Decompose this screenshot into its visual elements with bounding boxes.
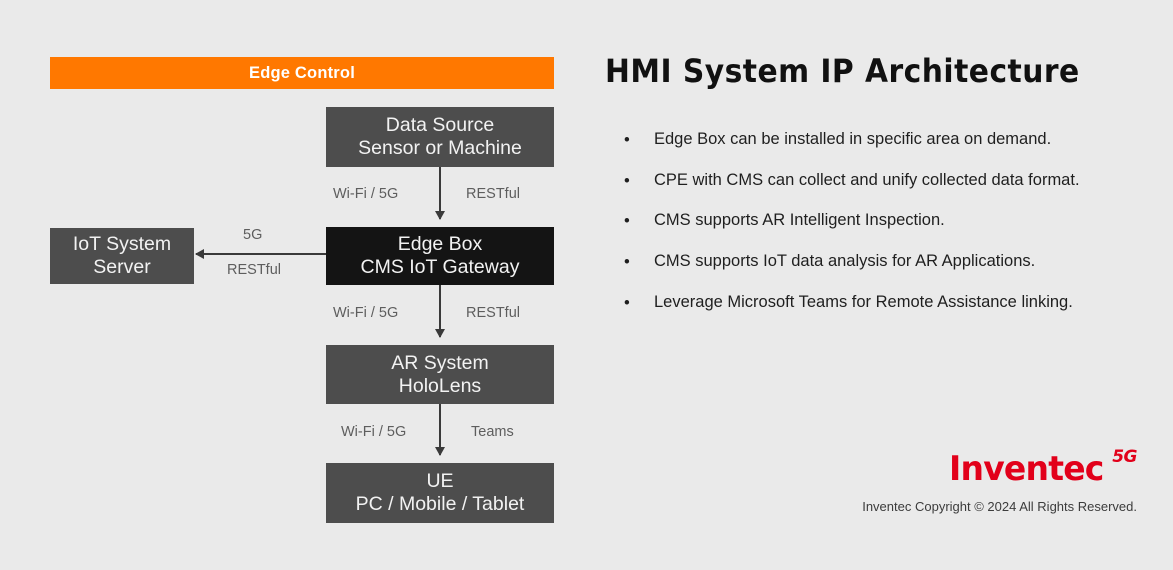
connector-label-wifi-5g-ue: Wi-Fi / 5G [341, 424, 407, 440]
bullet-icon: • [624, 171, 630, 190]
connector-edge-box-to-ar-system [439, 285, 441, 337]
node-data-source: Data Source Sensor or Machine [326, 107, 554, 167]
node-ue-line2: PC / Mobile / Tablet [355, 493, 525, 515]
connector-data-source-to-edge-box [439, 167, 441, 219]
connector-label-restful-ar-system: RESTful [466, 305, 520, 321]
connector-label-teams-ue: Teams [471, 424, 514, 440]
list-item-text: CPE with CMS can collect and unify colle… [654, 170, 1080, 189]
connector-label-wifi-5g-ar-system: Wi-Fi / 5G [333, 305, 399, 321]
node-edge-box: Edge Box CMS IoT Gateway [326, 227, 554, 285]
list-item-text: Leverage Microsoft Teams for Remote Assi… [654, 292, 1073, 311]
connector-edge-box-to-iot-server [196, 253, 326, 255]
page-title: HMI System IP Architecture [605, 52, 1080, 90]
list-item: • Leverage Microsoft Teams for Remote As… [606, 292, 1166, 312]
connector-label-restful-iot-server: RESTful [227, 262, 281, 278]
connector-label-wifi-5g-data-source: Wi-Fi / 5G [333, 186, 399, 202]
node-data-source-line2: Sensor or Machine [358, 137, 522, 159]
node-ar-system: AR System HoloLens [326, 345, 554, 404]
list-item: • Edge Box can be installed in specific … [606, 130, 1166, 149]
node-edge-box-line2: CMS IoT Gateway [360, 256, 520, 278]
connector-label-restful-data-source: RESTful [466, 186, 520, 202]
node-data-source-line1: Data Source [385, 114, 495, 136]
edge-control-header-bar: Edge Control [50, 57, 554, 89]
node-ar-system-line1: AR System [391, 351, 489, 374]
list-item-text: Edge Box can be installed in specific ar… [654, 130, 1052, 148]
connector-label-5g-iot-server: 5G [243, 227, 263, 243]
bullet-icon: • [624, 212, 630, 231]
list-item: • CPE with CMS can collect and unify col… [606, 170, 1166, 190]
node-ue: UE PC / Mobile / Tablet [326, 463, 554, 523]
bullet-icon: • [624, 131, 630, 149]
inventec-logo-5g-badge: 5G [1112, 447, 1137, 467]
node-iot-system-server: IoT System Server [50, 228, 194, 284]
inventec-logo: Inventec 5G [948, 447, 1138, 489]
inventec-logo-wordmark: Inventec [948, 449, 1104, 489]
connector-ar-system-to-ue [439, 404, 441, 455]
node-iot-system-server-line2: Server [93, 256, 151, 278]
list-item-text: CMS supports AR Intelligent Inspection. [654, 211, 945, 230]
list-item: • CMS supports IoT data analysis for AR … [606, 251, 1166, 271]
bullet-list: • Edge Box can be installed in specific … [606, 130, 1166, 333]
list-item-text: CMS supports IoT data analysis for AR Ap… [654, 251, 1036, 270]
node-iot-system-server-line1: IoT System [72, 233, 172, 255]
node-ar-system-line2: HoloLens [398, 374, 482, 397]
architecture-diagram: Edge Control Data Source Sensor or Machi… [0, 0, 590, 570]
node-ue-line1: UE [426, 470, 454, 492]
list-item: • CMS supports AR Intelligent Inspection… [606, 211, 1166, 231]
edge-control-label: Edge Control [249, 63, 355, 82]
content-panel: HMI System IP Architecture • Edge Box ca… [590, 0, 1173, 570]
bullet-icon: • [624, 252, 630, 271]
node-edge-box-line1: Edge Box [397, 233, 483, 255]
bullet-icon: • [624, 293, 630, 312]
copyright-notice: Inventec Copyright © 2024 All Rights Res… [862, 499, 1137, 514]
